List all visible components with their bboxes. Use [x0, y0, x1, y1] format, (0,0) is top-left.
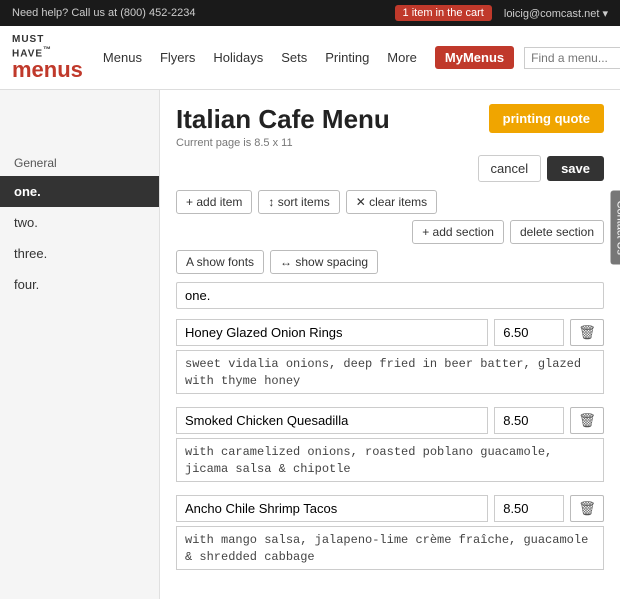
item-3-price-input[interactable] [494, 495, 564, 522]
show-fonts-button[interactable]: A show fonts [176, 250, 264, 274]
item-3-name-input[interactable] [176, 495, 488, 522]
cart-button[interactable]: 1 item in the cart [395, 5, 492, 21]
action-row: cancel save [176, 155, 604, 182]
nav-menus[interactable]: Menus [103, 50, 142, 65]
item-2-delete-button[interactable]: 🗑 [570, 407, 604, 434]
toolbar-right: + add section delete section [412, 220, 604, 244]
page-subtitle: Current page is 8.5 x 11 [176, 137, 604, 149]
item-2-name-input[interactable] [176, 407, 488, 434]
logo-menus: menus [12, 59, 83, 81]
save-button[interactable]: save [547, 156, 604, 181]
main-content: Italian Cafe Menu Current page is 8.5 x … [160, 90, 620, 599]
nav-sets[interactable]: Sets [281, 50, 307, 65]
logo[interactable]: MUST HAVE™ menus [12, 34, 83, 81]
search-wrap: 🔍 [524, 47, 620, 69]
toolbar-row2: A show fonts ↔ show spacing [176, 250, 604, 274]
user-email[interactable]: loicig@comcast.net ▾ [504, 7, 608, 20]
nav-printing[interactable]: Printing [325, 50, 369, 65]
help-text: Need help? Call us at (800) 452-2234 [12, 7, 195, 19]
sidebar: General one. two. three. four. [0, 90, 160, 599]
nav-links: Menus Flyers Holidays Sets Printing More… [103, 46, 514, 69]
item-3-description[interactable]: with mango salsa, jalapeno-lime crème fr… [176, 526, 604, 570]
nav-bar: MUST HAVE™ menus Menus Flyers Holidays S… [0, 26, 620, 90]
nav-more[interactable]: More [387, 50, 417, 65]
item-1-description[interactable]: sweet vidalia onions, deep fried in beer… [176, 350, 604, 394]
menu-item-3: 🗑 with mango salsa, jalapeno-lime crème … [176, 495, 604, 573]
top-bar-right: 1 item in the cart loicig@comcast.net ▾ [395, 5, 608, 21]
logo-tm: ™ [43, 45, 52, 54]
sort-items-button[interactable]: ↕ sort items [258, 190, 339, 214]
content-area: General one. two. three. four. Italian C… [0, 90, 620, 599]
sidebar-section-label: General [0, 150, 159, 176]
show-spacing-button[interactable]: ↔ show spacing [270, 250, 378, 274]
delete-section-button[interactable]: delete section [510, 220, 604, 244]
item-2-description[interactable]: with caramelized onions, roasted poblano… [176, 438, 604, 482]
nav-flyers[interactable]: Flyers [160, 50, 195, 65]
section-name-input[interactable] [176, 282, 604, 309]
contact-us-tab[interactable]: Contact Us [610, 191, 620, 265]
sidebar-item-one[interactable]: one. [0, 176, 159, 207]
sidebar-item-two[interactable]: two. [0, 207, 159, 238]
item-1-name-input[interactable] [176, 319, 488, 346]
menu-item-1: 🗑 sweet vidalia onions, deep fried in be… [176, 319, 604, 397]
sidebar-item-three[interactable]: three. [0, 238, 159, 269]
nav-holidays[interactable]: Holidays [213, 50, 263, 65]
item-3-delete-button[interactable]: 🗑 [570, 495, 604, 522]
my-menus-button[interactable]: MyMenus [435, 46, 514, 69]
item-1-delete-button[interactable]: 🗑 [570, 319, 604, 346]
printing-quote-button[interactable]: printing quote [489, 104, 604, 133]
top-bar: Need help? Call us at (800) 452-2234 1 i… [0, 0, 620, 26]
logo-must-have: MUST HAVE [12, 34, 44, 59]
menu-item-2: 🗑 with caramelized onions, roasted pobla… [176, 407, 604, 485]
add-item-button[interactable]: + add item [176, 190, 252, 214]
sidebar-item-four[interactable]: four. [0, 269, 159, 300]
toolbar-row1: + add item ↕ sort items ✕ clear items + … [176, 190, 604, 244]
item-2-price-input[interactable] [494, 407, 564, 434]
cancel-button[interactable]: cancel [478, 155, 542, 182]
add-section-button[interactable]: + add section [412, 220, 504, 244]
search-input[interactable] [524, 47, 620, 69]
item-1-price-input[interactable] [494, 319, 564, 346]
clear-items-button[interactable]: ✕ clear items [346, 190, 437, 214]
